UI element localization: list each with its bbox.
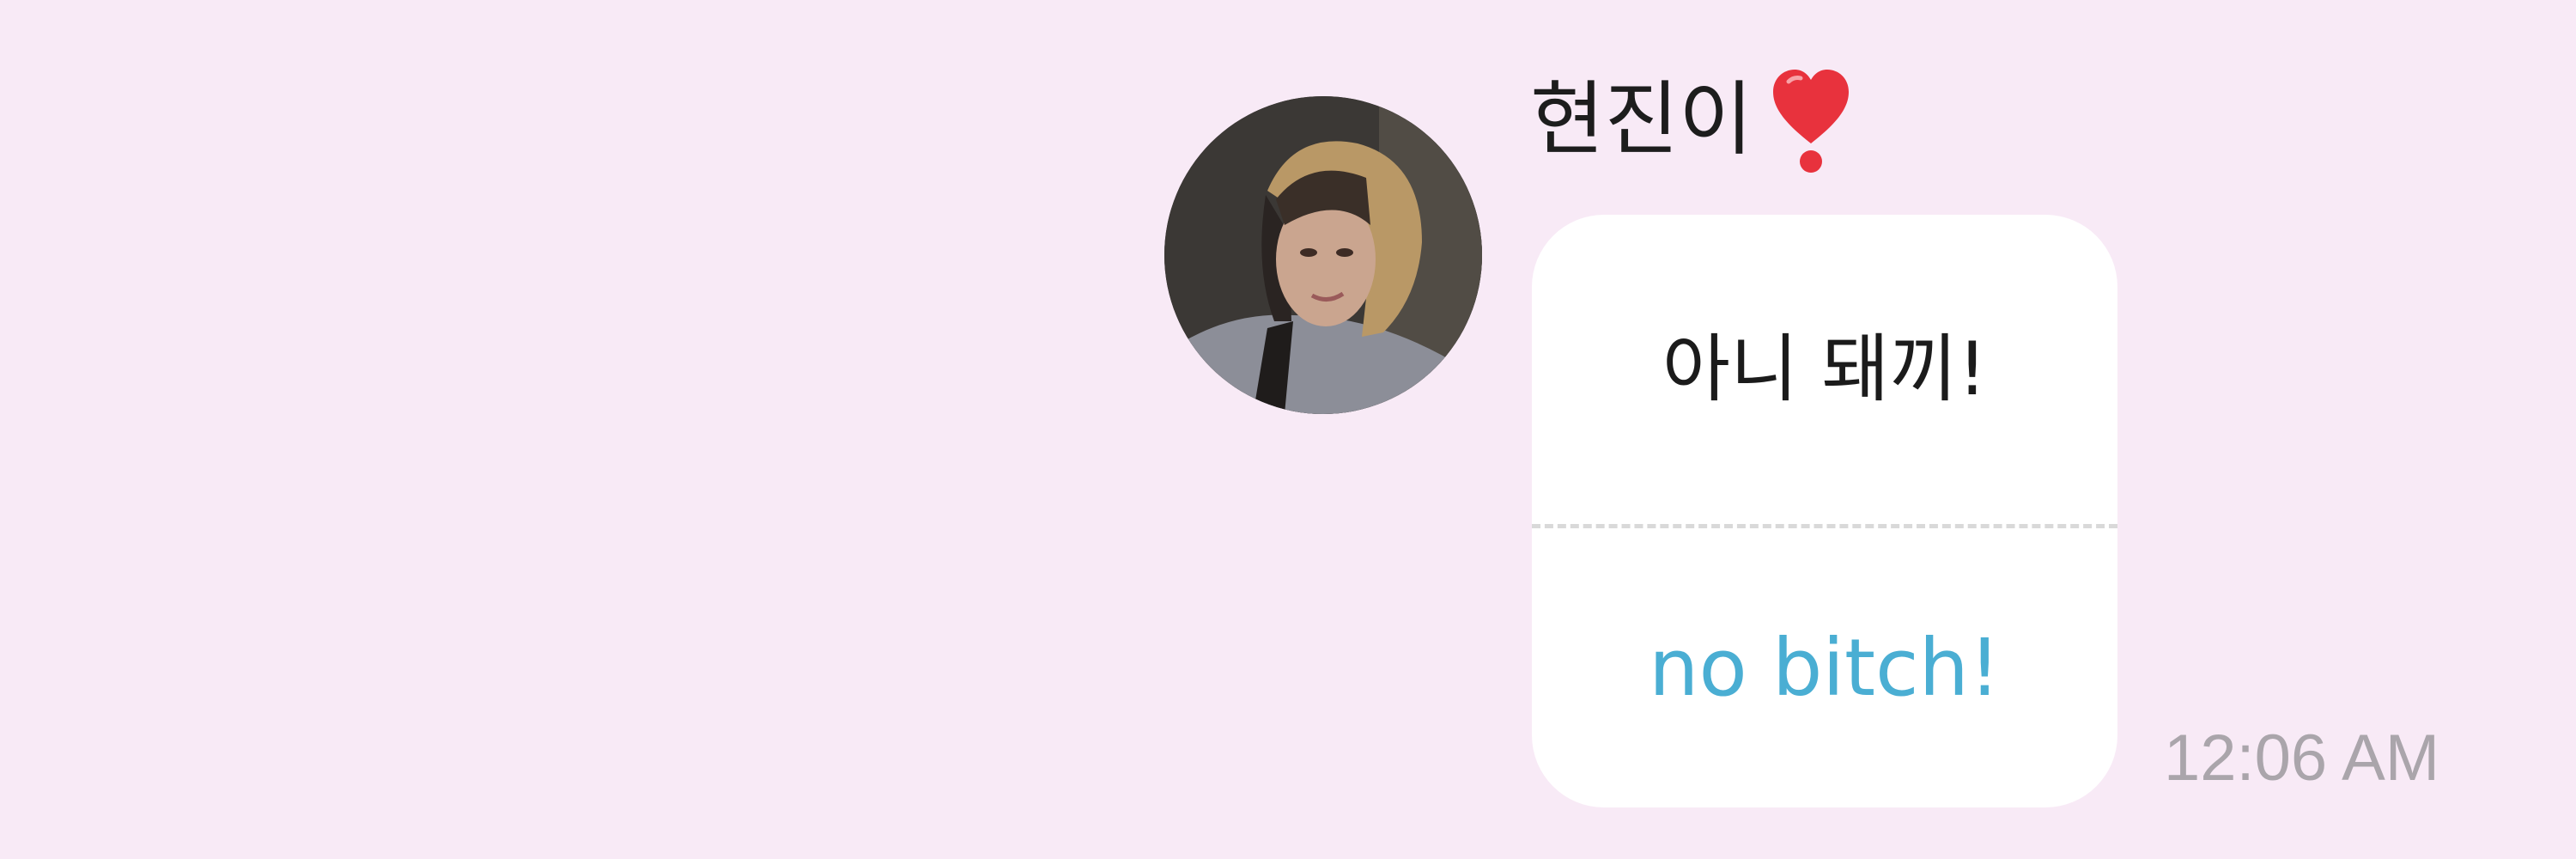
translated-message-text: no bitch! xyxy=(1649,621,2001,714)
avatar-photo xyxy=(1164,96,1482,414)
message-timestamp: 12:06 AM xyxy=(2164,722,2440,795)
sender-name: 현진이 xyxy=(1530,69,1854,173)
sender-name-label: 현진이 xyxy=(1530,73,1753,167)
original-message-text: 아니 돼끼! xyxy=(1662,326,1988,412)
message-bubble[interactable]: 아니 돼끼! no bitch! xyxy=(1532,215,2117,807)
avatar[interactable] xyxy=(1164,96,1482,414)
translated-message: no bitch! xyxy=(1532,528,2117,807)
chat-message-row: 현진이 아니 돼끼! no bitch! 12:06 AM xyxy=(0,0,2576,859)
heart-exclamation-icon xyxy=(1773,70,1850,173)
original-message: 아니 돼끼! xyxy=(1532,215,2117,524)
